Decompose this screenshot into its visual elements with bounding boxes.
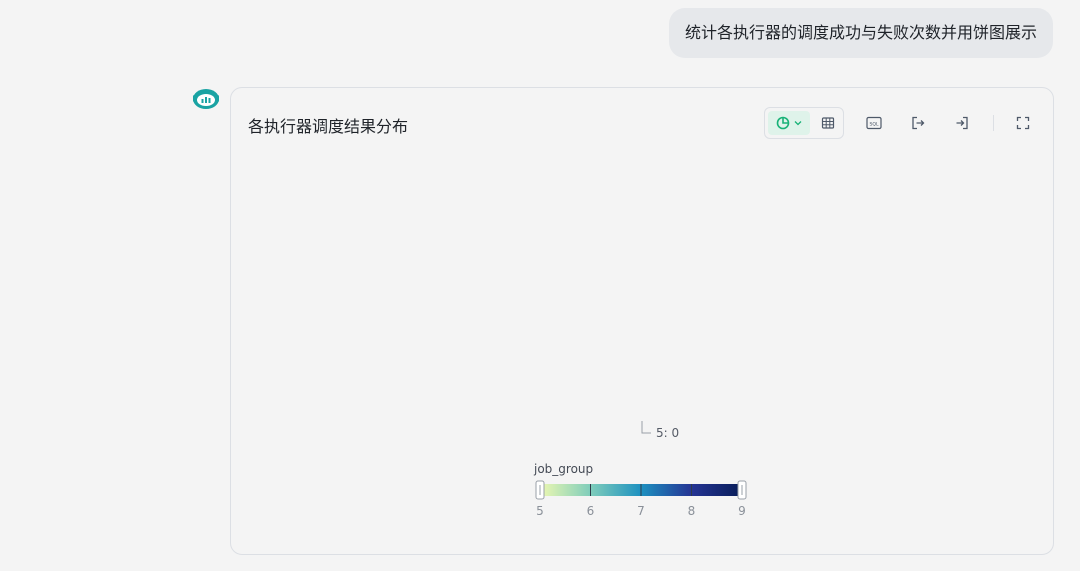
visual-map-title: job_group bbox=[533, 462, 593, 476]
pie-chart: 5: 0 job_group 5 6 7 8 9 bbox=[533, 421, 747, 518]
pie-slice-label: 5: 0 bbox=[656, 426, 679, 440]
user-message-bubble: 统计各执行器的调度成功与失败次数并用饼图展示 bbox=[668, 8, 1053, 58]
visual-map-legend: job_group 5 6 7 8 9 bbox=[533, 462, 747, 518]
visual-map-tick-label: 9 bbox=[738, 504, 746, 518]
visual-map-tick-label: 6 bbox=[587, 504, 595, 518]
visual-map-tick-label: 8 bbox=[688, 504, 696, 518]
bot-avatar-icon bbox=[193, 89, 219, 109]
pie-area: 5: 0 bbox=[641, 421, 679, 440]
visual-map-tick-label: 5 bbox=[536, 504, 544, 518]
chart-card: 各执行器调度结果分布 SQL 5: 0 job_group 5 6 7 8 9 bbox=[230, 87, 1054, 555]
pie-label-line bbox=[641, 421, 651, 434]
visual-map-tick-label: 7 bbox=[637, 504, 645, 518]
